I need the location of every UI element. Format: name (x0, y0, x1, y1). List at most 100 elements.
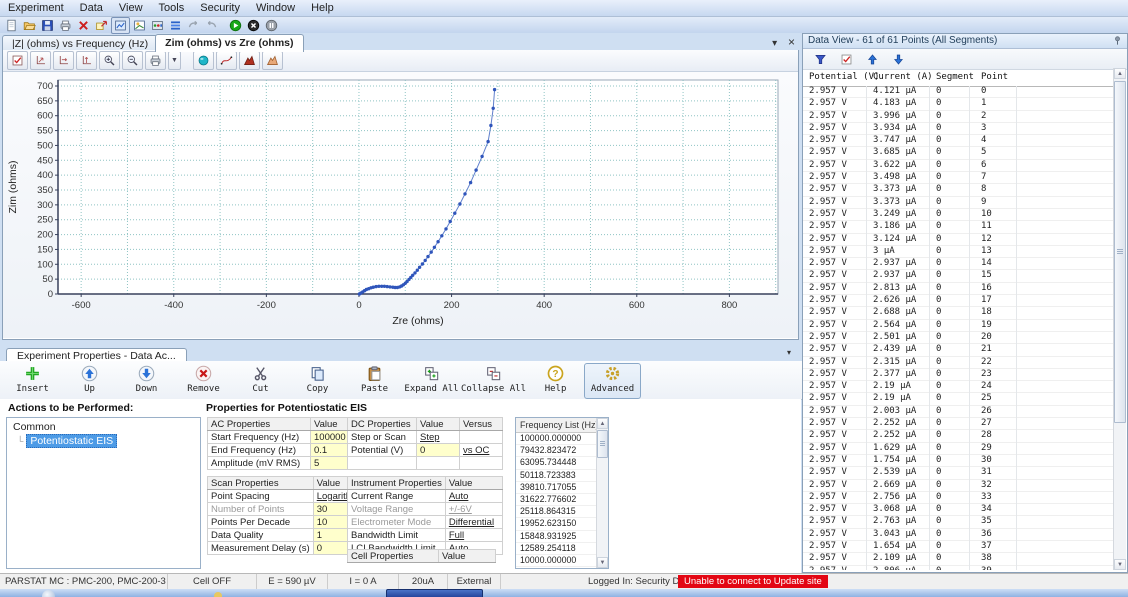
column-header-current[interactable]: Current (A) (873, 72, 933, 82)
scroll-up-icon[interactable]: ▲ (1114, 68, 1126, 79)
table-row[interactable]: 2.957 V3.068 µA034 (803, 504, 1115, 516)
advanced-button[interactable]: Advanced (584, 363, 641, 399)
scroll-down-icon[interactable]: ▼ (597, 557, 608, 568)
save-button[interactable] (39, 18, 56, 33)
property-value[interactable]: Differential (445, 516, 502, 529)
new-document-button[interactable] (3, 18, 20, 33)
table-row[interactable]: 2.957 V2.19 µA024 (803, 381, 1115, 393)
edit-points-button[interactable] (835, 51, 857, 67)
property-value[interactable] (417, 457, 460, 470)
print-button[interactable] (57, 18, 74, 33)
table-row[interactable]: 2.957 V3.685 µA05 (803, 147, 1115, 159)
table-row[interactable]: 2.957 V2.756 µA033 (803, 492, 1115, 504)
property-versus[interactable]: vs OC (460, 444, 503, 457)
table-row[interactable]: 2.957 V2.564 µA019 (803, 320, 1115, 332)
property-value[interactable]: 5 (311, 457, 352, 470)
property-value[interactable]: 0 (417, 444, 460, 457)
open-folder-button[interactable] (21, 18, 38, 33)
insert-button[interactable]: Insert (4, 363, 61, 399)
property-versus[interactable] (460, 431, 503, 444)
taskbar-active-button[interactable] (386, 589, 483, 597)
move-down-button[interactable]: Down (118, 363, 175, 399)
column-header-point[interactable]: Point (981, 72, 1008, 82)
tree-item-common[interactable]: Common (13, 421, 200, 433)
menu-security[interactable]: Security (192, 1, 248, 15)
table-row[interactable]: 2.957 V2.937 µA014 (803, 258, 1115, 270)
property-value[interactable]: 100000 (311, 431, 352, 444)
graph-properties-button[interactable] (111, 17, 130, 34)
menu-help[interactable]: Help (303, 1, 342, 15)
plot-tab-close-icon[interactable]: × (788, 35, 795, 49)
segment-list-button[interactable] (167, 18, 184, 33)
table-row[interactable]: 2.957 V2.003 µA026 (803, 406, 1115, 418)
scroll-down-icon[interactable]: ▼ (1114, 559, 1126, 570)
table-row[interactable]: 2.957 V3.498 µA07 (803, 172, 1115, 184)
table-row[interactable]: 2.957 V2.763 µA035 (803, 516, 1115, 528)
table-row[interactable]: 2.957 V3.373 µA08 (803, 184, 1115, 196)
frequency-item[interactable]: 39810.717055 (516, 482, 597, 494)
column-header-segment[interactable]: Segment (936, 72, 974, 82)
table-row[interactable]: 2.957 V2.937 µA015 (803, 270, 1115, 282)
menu-window[interactable]: Window (248, 1, 303, 15)
move-point-down-button[interactable] (887, 51, 909, 67)
remove-button[interactable]: Remove (175, 363, 232, 399)
frequency-item[interactable]: 19952.623150 (516, 518, 597, 530)
axis-scale-default-button[interactable] (30, 51, 51, 70)
print-plot-button[interactable] (145, 51, 166, 70)
pause-experiment-button[interactable] (263, 18, 280, 33)
frequency-item[interactable]: 100000.000000 (516, 433, 597, 445)
move-up-button[interactable]: Up (61, 363, 118, 399)
table-row[interactable]: 2.957 V2.377 µA023 (803, 369, 1115, 381)
export-graph-button[interactable] (93, 18, 110, 33)
view-graph-button[interactable] (131, 18, 148, 33)
experiment-panel-collapse-icon[interactable]: ▾ (787, 348, 791, 357)
tab-zim-ohms-vs-zre-ohms-[interactable]: Zim (ohms) vs Zre (ohms) (155, 34, 303, 52)
table-row[interactable]: 2.957 V1.654 µA037 (803, 541, 1115, 553)
peak-solid-button[interactable] (239, 51, 260, 70)
help-button[interactable]: ?Help (527, 363, 584, 399)
tab--z-ohms-vs-frequency-hz-[interactable]: |Z| (ohms) vs Frequency (Hz) (2, 35, 158, 51)
frequency-item[interactable]: 50118.723383 (516, 470, 597, 482)
undo-button[interactable] (185, 18, 202, 33)
property-value[interactable]: Auto (445, 490, 502, 503)
table-row[interactable]: 2.957 V3.043 µA036 (803, 529, 1115, 541)
table-row[interactable]: 2.957 V2.252 µA028 (803, 430, 1115, 442)
menu-data[interactable]: Data (72, 1, 111, 15)
axis-scale-y-button[interactable] (76, 51, 97, 70)
table-row[interactable]: 2.957 V3 µA013 (803, 246, 1115, 258)
pin-icon[interactable] (1112, 35, 1123, 46)
copy-button[interactable]: Copy (289, 363, 346, 399)
paste-button[interactable]: Paste (346, 363, 403, 399)
table-row[interactable]: 2.957 V2.252 µA027 (803, 418, 1115, 430)
table-row[interactable]: 2.957 V2.315 µA022 (803, 357, 1115, 369)
property-value[interactable]: Step (417, 431, 460, 444)
table-row[interactable]: 2.957 V4.183 µA01 (803, 98, 1115, 110)
table-row[interactable]: 2.957 V4.121 µA00 (803, 86, 1115, 98)
scroll-up-icon[interactable]: ▲ (597, 418, 608, 429)
plot-properties-button[interactable] (7, 51, 28, 70)
table-row[interactable]: 2.957 V3.249 µA010 (803, 209, 1115, 221)
table-row[interactable]: 2.957 V2.688 µA018 (803, 307, 1115, 319)
axis-scale-x-button[interactable] (53, 51, 74, 70)
peak-outline-button[interactable] (262, 51, 283, 70)
table-row[interactable]: 2.957 V3.186 µA011 (803, 221, 1115, 233)
run-experiment-button[interactable] (227, 18, 244, 33)
table-row[interactable]: 2.957 V2.539 µA031 (803, 467, 1115, 479)
table-row[interactable]: 2.957 V1.754 µA030 (803, 455, 1115, 467)
property-versus[interactable] (460, 457, 503, 470)
property-value[interactable]: Full (445, 529, 502, 542)
redo-button[interactable] (203, 18, 220, 33)
table-row[interactable]: 2.957 V2.19 µA025 (803, 393, 1115, 405)
tree-item-potentiostatic-eis[interactable]: Potentiostatic EIS (26, 434, 117, 448)
start-orb-icon[interactable] (42, 590, 55, 597)
frequency-item[interactable]: 31622.776602 (516, 494, 597, 506)
table-row[interactable]: 2.957 V2.669 µA032 (803, 480, 1115, 492)
frequency-item[interactable]: 25118.864315 (516, 506, 597, 518)
table-row[interactable]: 2.957 V3.373 µA09 (803, 197, 1115, 209)
print-dropdown-icon[interactable]: ▼ (168, 51, 181, 70)
menu-experiment[interactable]: Experiment (0, 1, 72, 15)
table-row[interactable]: 2.957 V2.501 µA020 (803, 332, 1115, 344)
table-row[interactable]: 2.957 V3.934 µA03 (803, 123, 1115, 135)
frequency-item[interactable]: 79432.823472 (516, 445, 597, 457)
table-row[interactable]: 2.957 V3.747 µA04 (803, 135, 1115, 147)
